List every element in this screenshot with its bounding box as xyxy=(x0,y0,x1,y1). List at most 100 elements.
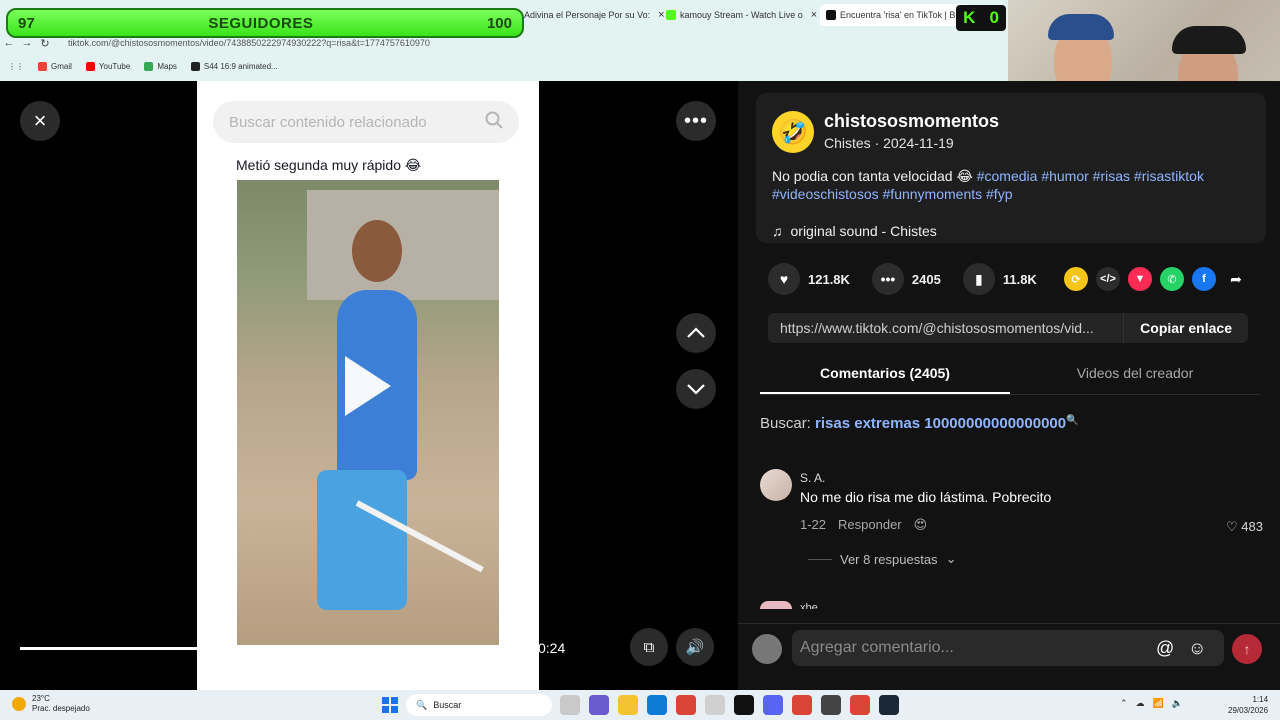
bookmark-youtube[interactable]: YouTube xyxy=(85,61,130,71)
forward-icon[interactable]: → xyxy=(18,37,36,49)
obs-icon[interactable] xyxy=(821,695,841,715)
user-avatar[interactable] xyxy=(752,634,782,664)
related-search-link[interactable]: Buscar: risas extremas 10000000000000000… xyxy=(760,415,1079,432)
taskbar-search[interactable]: 🔍 Buscar xyxy=(406,694,552,716)
post-link: https://www.tiktok.com/@chistososmomento… xyxy=(780,320,1094,336)
task-view-icon[interactable] xyxy=(560,695,580,715)
copilot-icon[interactable] xyxy=(589,695,609,715)
chevron-down-icon: ⌄ xyxy=(945,551,957,566)
close-icon[interactable]: × xyxy=(811,9,817,21)
author-avatar[interactable]: 🤣 xyxy=(772,111,814,153)
url-field[interactable]: tiktok.com/@chistososmomentos/video/7438… xyxy=(68,38,430,48)
chevron-down-icon xyxy=(687,384,705,395)
weather-desc: Prac. despejado xyxy=(32,704,90,713)
facebook-icon[interactable]: f xyxy=(1192,267,1216,291)
hashtag-link[interactable]: #funnymoments xyxy=(883,186,983,202)
discord-icon[interactable] xyxy=(763,695,783,715)
hashtag-link[interactable]: #fyp xyxy=(986,186,1012,202)
save-button[interactable]: ▮ 11.8K xyxy=(962,263,1037,295)
tab-adivina[interactable]: Adivina el Personaje Por su Vo: × xyxy=(518,4,671,26)
bookmark-maps[interactable]: Maps xyxy=(144,61,177,71)
search-icon[interactable] xyxy=(485,111,503,133)
view-replies-label: Ver 8 respuestas xyxy=(840,551,938,567)
next-video-button[interactable] xyxy=(676,369,716,409)
volume-button[interactable]: 🔊 xyxy=(676,628,714,666)
gmail-icon xyxy=(38,61,47,71)
hashtag-link[interactable]: #risastiktok xyxy=(1134,168,1204,184)
repost-icon[interactable]: ⟳ xyxy=(1064,267,1088,291)
whatsapp-icon[interactable]: ✆ xyxy=(1160,267,1184,291)
taskbar-search-label: Buscar xyxy=(433,700,462,710)
maps-icon xyxy=(144,61,154,71)
pip-button[interactable]: ⧉ xyxy=(630,628,668,666)
view-replies-button[interactable]: Ver 8 respuestas ⌄ xyxy=(808,551,956,567)
comment-button[interactable]: ••• 2405 xyxy=(871,263,941,295)
share-options: ⟳ </> ▼ ✆ f ➦ xyxy=(1064,267,1248,291)
screen: Adivina el Personaje Por su Vo: × kamouy… xyxy=(0,0,1280,720)
reload-icon[interactable]: ↻ xyxy=(36,37,54,50)
send-to-friends-icon[interactable]: ▼ xyxy=(1128,267,1152,291)
steam-icon[interactable] xyxy=(879,695,899,715)
volume-icon[interactable]: 🔈 xyxy=(1172,698,1183,709)
chevron-up-icon[interactable]: ⌃ xyxy=(1120,698,1128,709)
mention-icon[interactable]: @ xyxy=(1156,638,1174,659)
hashtag-link[interactable]: #videoschistosos xyxy=(772,186,879,202)
apps-icon[interactable]: ⋮⋮ xyxy=(8,62,24,71)
hashtag-link[interactable]: #humor xyxy=(1041,168,1088,184)
share-arrow-icon[interactable]: ➦ xyxy=(1224,267,1248,291)
kick-count: 0 xyxy=(989,8,999,27)
more-icon: ••• xyxy=(683,109,708,132)
description-text: No podia con tanta velocidad 😂 xyxy=(772,168,973,184)
comment-composer: Agregar comentario... @ ☺ ↑ xyxy=(738,623,1280,690)
bookmarks-bar: ⋮⋮ Gmail YouTube Maps S44 16:9 animated.… xyxy=(0,58,1010,74)
video-thumbnail[interactable] xyxy=(237,180,499,645)
clock[interactable]: 1:14 29/03/2026 xyxy=(1228,694,1268,716)
back-icon[interactable]: ← xyxy=(0,37,18,49)
bookmark-gmail[interactable]: Gmail xyxy=(38,61,72,71)
video-progress-bar[interactable] xyxy=(20,647,198,650)
kick-badge: K 0 xyxy=(956,5,1006,31)
chrome-icon[interactable] xyxy=(850,695,870,715)
windows-start-icon[interactable] xyxy=(382,697,398,713)
reply-button[interactable]: Responder xyxy=(838,517,902,533)
post-comment-button[interactable]: ↑ xyxy=(1232,634,1262,664)
more-button[interactable]: ••• xyxy=(676,101,716,141)
comment-date: 1-22 xyxy=(800,517,827,532)
commenter-avatar[interactable] xyxy=(760,469,792,501)
tab-tiktok[interactable]: Encuentra 'risa' en TikTok | Bus xyxy=(820,4,971,26)
tab-kamouy[interactable]: kamouy Stream - Watch Live o × xyxy=(660,4,823,26)
clock-time: 1:14 xyxy=(1252,695,1269,704)
related-search-input[interactable]: Buscar contenido relacionado xyxy=(213,101,519,143)
tab-comments[interactable]: Comentarios (2405) xyxy=(760,359,1010,394)
like-button[interactable]: ♥ 121.8K xyxy=(768,263,850,295)
hashtag-link[interactable]: #risas xyxy=(1093,168,1130,184)
tab-creator-videos[interactable]: Videos del creador xyxy=(1010,359,1260,394)
author-name[interactable]: chistososmomentos xyxy=(824,111,999,132)
wifi-icon[interactable]: 📶 xyxy=(1153,698,1164,709)
tab-label: kamouy Stream - Watch Live o xyxy=(680,10,803,20)
network-icon[interactable]: ☁ xyxy=(1136,698,1145,709)
file-explorer-icon[interactable] xyxy=(618,695,638,715)
next-commenter-avatar[interactable] xyxy=(760,601,792,609)
emoji-icon[interactable]: ☺ xyxy=(1188,638,1206,659)
play-icon[interactable] xyxy=(345,356,391,416)
bookmark-s44[interactable]: S44 16:9 animated... xyxy=(190,61,278,71)
store-icon[interactable] xyxy=(705,695,725,715)
close-button[interactable]: × xyxy=(20,101,60,141)
follower-count: 97 xyxy=(18,14,35,32)
hashtag-link[interactable]: #comedia xyxy=(977,168,1038,184)
comment-like-button[interactable]: ♡ 483 xyxy=(1226,519,1263,535)
music-row[interactable]: ♫ original sound - Chistes xyxy=(772,223,937,239)
weather-widget[interactable]: 23°C Prac. despejado xyxy=(12,694,90,714)
previous-video-button[interactable] xyxy=(676,313,716,353)
chrome-icon[interactable] xyxy=(792,695,812,715)
copy-link-button[interactable]: Copiar enlace xyxy=(1123,313,1248,343)
xbox-icon[interactable] xyxy=(734,695,754,715)
bookmark-label: Maps xyxy=(157,61,177,71)
next-commenter-name[interactable]: xbe xyxy=(800,599,818,609)
panel-tabs: Comentarios (2405) Videos del creador xyxy=(760,359,1260,395)
chrome-icon[interactable] xyxy=(676,695,696,715)
commenter-name[interactable]: S. A. xyxy=(800,471,825,485)
edge-icon[interactable] xyxy=(647,695,667,715)
embed-icon[interactable]: </> xyxy=(1096,267,1120,291)
